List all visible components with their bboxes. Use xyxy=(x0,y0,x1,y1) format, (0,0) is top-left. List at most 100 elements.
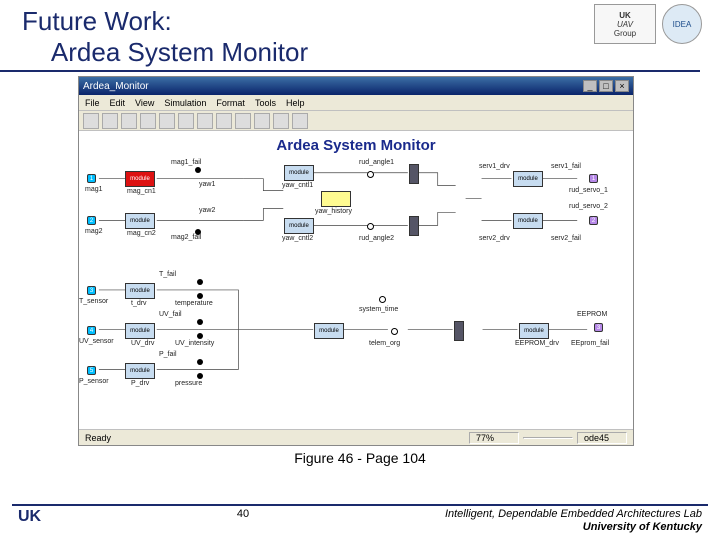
label-p-sensor: P_sensor xyxy=(79,378,109,385)
label-t-fail: T_fail xyxy=(159,271,176,278)
statusbar: Ready 77% ode45 xyxy=(79,429,633,445)
label-yaw-cntl1: yaw_cntl1 xyxy=(282,182,313,189)
toolbar-button[interactable] xyxy=(121,113,137,129)
module-yaw-history[interactable] xyxy=(321,191,351,207)
label-serv1-drv: serv1_drv xyxy=(479,163,510,170)
toolbar-button[interactable] xyxy=(178,113,194,129)
switch-block[interactable] xyxy=(409,216,419,236)
label-uv-intensity: UV_intensity xyxy=(175,340,214,347)
port-mag2[interactable]: 2 xyxy=(87,216,96,225)
menu-tools[interactable]: Tools xyxy=(255,98,276,108)
label-p-fail: P_fail xyxy=(159,351,177,358)
junction-icon xyxy=(391,328,398,335)
port-p-sensor[interactable]: 5 xyxy=(87,366,96,375)
module-eeprom-drv[interactable]: module xyxy=(519,323,549,339)
toolbar-button[interactable] xyxy=(254,113,270,129)
module-yaw-cntl1[interactable]: module xyxy=(284,165,314,181)
terminator-icon xyxy=(197,319,203,325)
menubar: File Edit View Simulation Format Tools H… xyxy=(79,95,633,111)
terminator-icon xyxy=(197,293,203,299)
status-blank xyxy=(523,437,573,439)
toolbar-button[interactable] xyxy=(292,113,308,129)
page-number: 40 xyxy=(237,508,249,520)
toolbar-button[interactable] xyxy=(273,113,289,129)
module-telem[interactable]: module xyxy=(314,323,344,339)
label-mag1: mag1 xyxy=(85,186,103,193)
outport-rud-servo-2[interactable]: 2 xyxy=(589,216,598,225)
label-serv2-drv: serv2_drv xyxy=(479,235,510,242)
toolbar-button[interactable] xyxy=(235,113,251,129)
label-yaw-history: yaw_history xyxy=(315,208,352,215)
label-mag1-fail: mag1_fail xyxy=(171,159,201,166)
label-eeprom-drv: EEPROM_drv xyxy=(515,340,559,347)
label-pressure: pressure xyxy=(175,380,202,387)
label-mag2: mag2 xyxy=(85,228,103,235)
label-telem-org: telem_org xyxy=(369,340,400,347)
junction-icon xyxy=(367,171,374,178)
module-t-drv[interactable]: module xyxy=(125,283,155,299)
label-rud-servo-2: rud_servo_2 xyxy=(569,203,608,210)
label-uv-sensor: UV_sensor xyxy=(79,338,114,345)
module-uv-drv[interactable]: module xyxy=(125,323,155,339)
close-button[interactable]: × xyxy=(615,80,629,92)
toolbar-button[interactable] xyxy=(159,113,175,129)
diagram-canvas[interactable]: Ardea System Monitor xyxy=(79,131,633,429)
label-serv2-fail: serv2_fail xyxy=(551,235,581,242)
terminator-icon xyxy=(197,279,203,285)
switch-block[interactable] xyxy=(409,164,419,184)
toolbar xyxy=(79,111,633,131)
menu-help[interactable]: Help xyxy=(286,98,305,108)
label-t-drv: t_drv xyxy=(131,300,147,307)
minimize-button[interactable]: _ xyxy=(583,80,597,92)
toolbar-button[interactable] xyxy=(140,113,156,129)
menu-format[interactable]: Format xyxy=(216,98,245,108)
label-yaw-cntl2: yaw_cntl2 xyxy=(282,235,313,242)
module-serv2[interactable]: module xyxy=(513,213,543,229)
toolbar-button[interactable] xyxy=(83,113,99,129)
port-t-sensor[interactable]: 3 xyxy=(87,286,96,295)
window-title: Ardea_Monitor xyxy=(83,81,149,92)
outport-eeprom[interactable]: 3 xyxy=(594,323,603,332)
module-yaw-cntl2[interactable]: module xyxy=(284,218,314,234)
menu-file[interactable]: File xyxy=(85,98,100,108)
label-t-sensor: T_sensor xyxy=(79,298,108,305)
module-p-drv[interactable]: module xyxy=(125,363,155,379)
lab-credit: Intelligent, Dependable Embedded Archite… xyxy=(445,508,702,534)
footer: UK 40 Intelligent, Dependable Embedded A… xyxy=(0,504,720,534)
label-rud-angle1: rud_angle1 xyxy=(359,159,394,166)
label-temperature: temperature xyxy=(175,300,213,307)
menu-edit[interactable]: Edit xyxy=(110,98,126,108)
label-rud-angle2: rud_angle2 xyxy=(359,235,394,242)
status-solver: ode45 xyxy=(577,432,627,444)
label-system-time: system_time xyxy=(359,306,398,313)
label-mag2-fail: mag2_fail xyxy=(171,234,201,241)
label-mag-cn2: mag_cn2 xyxy=(127,230,156,237)
module-mag-cn2[interactable]: module xyxy=(125,213,155,229)
label-uv-fail: UV_fail xyxy=(159,311,182,318)
toolbar-button[interactable] xyxy=(216,113,232,129)
switch-block[interactable] xyxy=(454,321,464,341)
logo-idea: IDEA xyxy=(662,4,702,44)
label-rud-servo-1: rud_servo_1 xyxy=(569,187,608,194)
maximize-button[interactable]: □ xyxy=(599,80,613,92)
label-yaw2: yaw2 xyxy=(199,207,215,214)
menu-view[interactable]: View xyxy=(135,98,154,108)
terminator-icon xyxy=(197,373,203,379)
port-mag1[interactable]: 1 xyxy=(87,174,96,183)
terminator-icon xyxy=(197,359,203,365)
port-uv-sensor[interactable]: 4 xyxy=(87,326,96,335)
outport-rud-servo-1[interactable]: 1 xyxy=(589,174,598,183)
label-eeprom-fail: EEprom_fail xyxy=(571,340,609,347)
menu-simulation[interactable]: Simulation xyxy=(164,98,206,108)
terminator-icon xyxy=(197,333,203,339)
window-titlebar[interactable]: Ardea_Monitor _ □ × xyxy=(79,77,633,95)
toolbar-button[interactable] xyxy=(197,113,213,129)
canvas-title: Ardea System Monitor xyxy=(276,137,435,154)
module-mag-cn1-red[interactable]: module xyxy=(125,171,155,187)
toolbar-button[interactable] xyxy=(102,113,118,129)
label-p-drv: P_drv xyxy=(131,380,149,387)
label-uv-drv: UV_drv xyxy=(131,340,154,347)
junction-icon xyxy=(367,223,374,230)
terminator-icon xyxy=(195,167,201,173)
module-serv1[interactable]: module xyxy=(513,171,543,187)
